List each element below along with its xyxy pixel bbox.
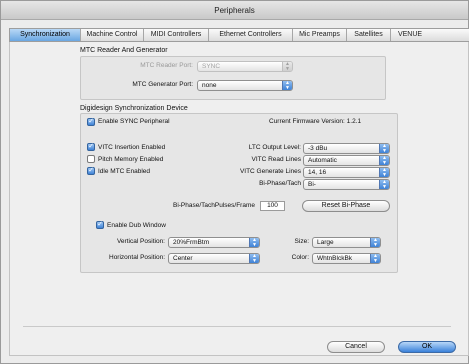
tab-machine-control[interactable]: Machine Control xyxy=(81,29,144,41)
updown-arrows-icon: ▲ ▼ xyxy=(249,238,259,247)
pulses-per-frame-label: Bi-Phase/TachPulses/Frame xyxy=(172,202,255,209)
ltc-output-label: LTC Output Level: xyxy=(248,144,301,151)
vitc-read-lines-label: VITC Read Lines xyxy=(251,156,302,163)
footer-divider xyxy=(23,326,451,327)
horizontal-position-value: Center xyxy=(173,255,193,262)
vitc-read-lines-value: Automatic xyxy=(308,157,337,164)
vertical-position-label: Vertical Position: xyxy=(116,238,165,245)
checkmark-icon: ✓ xyxy=(88,143,94,150)
mtc-reader-port-label: MTC Reader Port: xyxy=(140,62,193,69)
tab-midi-controllers[interactable]: MIDI Controllers xyxy=(144,29,209,41)
enable-sync-checkbox[interactable]: ✓ xyxy=(87,118,95,126)
horizontal-position-select[interactable]: Center ▲ ▼ xyxy=(168,253,260,264)
updown-arrows-icon: ▲ ▼ xyxy=(379,180,389,189)
updown-arrows-icon: ▲ ▼ xyxy=(282,62,292,71)
updown-arrows-icon: ▲ ▼ xyxy=(379,144,389,153)
enable-sync-label: Enable SYNC Peripheral xyxy=(98,118,170,125)
ltc-output-value: -3 dBu xyxy=(308,145,328,152)
enable-dub-window-label: Enable Dub Window xyxy=(107,222,166,229)
pulses-per-frame-field[interactable]: 100 xyxy=(260,201,285,211)
color-label: Color: xyxy=(291,254,309,261)
checkmark-icon: ✓ xyxy=(88,167,94,174)
sync-device-group xyxy=(80,113,398,273)
idle-mtc-label: Idle MTC Enabled xyxy=(98,168,151,175)
tab-venue[interactable]: VENUE xyxy=(391,29,429,41)
updown-arrows-icon: ▲ ▼ xyxy=(370,238,380,247)
tab-ethernet-controllers[interactable]: Ethernet Controllers xyxy=(209,29,293,41)
vertical-position-value: 20%FrmBtm xyxy=(173,239,210,246)
mtc-generator-port-select[interactable]: none ▲ ▼ xyxy=(197,80,293,91)
tab-mic-preamps[interactable]: Mic Preamps xyxy=(293,29,347,41)
vitc-read-lines-select[interactable]: Automatic ▲ ▼ xyxy=(303,155,390,166)
mtc-generator-port-label: MTC Generator Port: xyxy=(132,81,193,88)
tab-bar: Synchronization Machine Control MIDI Con… xyxy=(9,28,469,42)
vertical-position-select[interactable]: 20%FrmBtm ▲ ▼ xyxy=(168,237,260,248)
size-select[interactable]: Large ▲ ▼ xyxy=(312,237,381,248)
mtc-reader-port-select[interactable]: SYNC ▲ ▼ xyxy=(197,61,293,72)
ok-button[interactable]: OK xyxy=(398,341,456,353)
mtc-reader-port-value: SYNC xyxy=(202,63,221,70)
vitc-generate-lines-label: VITC Generate Lines xyxy=(239,168,301,175)
enable-dub-window-checkbox[interactable]: ✓ xyxy=(96,221,104,229)
mtc-generator-port-value: none xyxy=(202,82,217,89)
checkmark-icon: ✓ xyxy=(97,221,103,228)
checkmark-icon: ✓ xyxy=(88,118,94,125)
mtc-section-title: MTC Reader And Generator xyxy=(80,47,168,54)
vitc-insertion-label: VITC Insertion Enabled xyxy=(98,144,166,151)
biphase-tach-select[interactable]: Bi- ▲ ▼ xyxy=(303,179,390,190)
vitc-generate-lines-value: 14, 16 xyxy=(308,169,327,176)
vitc-insertion-checkbox[interactable]: ✓ xyxy=(87,143,95,151)
biphase-tach-value: Bi- xyxy=(308,181,316,188)
horizontal-position-label: Horizontal Position: xyxy=(109,254,165,261)
updown-arrows-icon: ▲ ▼ xyxy=(282,81,292,90)
updown-arrows-icon: ▲ ▼ xyxy=(379,168,389,177)
tab-synchronization[interactable]: Synchronization xyxy=(10,29,81,41)
color-value: WhtnBlckBk xyxy=(317,255,353,262)
idle-mtc-checkbox[interactable]: ✓ xyxy=(87,167,95,175)
color-select[interactable]: WhtnBlckBk ▲ ▼ xyxy=(312,253,381,264)
tab-satellites[interactable]: Satellites xyxy=(347,29,391,41)
size-label: Size: xyxy=(294,238,309,245)
updown-arrows-icon: ▲ ▼ xyxy=(249,254,259,263)
updown-arrows-icon: ▲ ▼ xyxy=(379,156,389,165)
pitch-memory-label: Pitch Memory Enabled xyxy=(98,156,164,163)
biphase-tach-label: Bi-Phase/Tach xyxy=(259,180,301,187)
sync-device-section-title: Digidesign Synchronization Device xyxy=(80,105,188,112)
size-value: Large xyxy=(317,239,334,246)
vitc-generate-lines-select[interactable]: 14, 16 ▲ ▼ xyxy=(303,167,390,178)
peripherals-window: Peripherals Synchronization Machine Cont… xyxy=(0,0,469,364)
reset-biphase-button[interactable]: Reset Bi-Phase xyxy=(302,200,390,212)
window-title: Peripherals xyxy=(1,1,468,20)
updown-arrows-icon: ▲ ▼ xyxy=(370,254,380,263)
ltc-output-select[interactable]: -3 dBu ▲ ▼ xyxy=(303,143,390,154)
cancel-button[interactable]: Cancel xyxy=(327,341,385,353)
pitch-memory-checkbox[interactable] xyxy=(87,155,95,163)
firmware-version: Current Firmware Version: 1.2.1 xyxy=(269,118,362,125)
